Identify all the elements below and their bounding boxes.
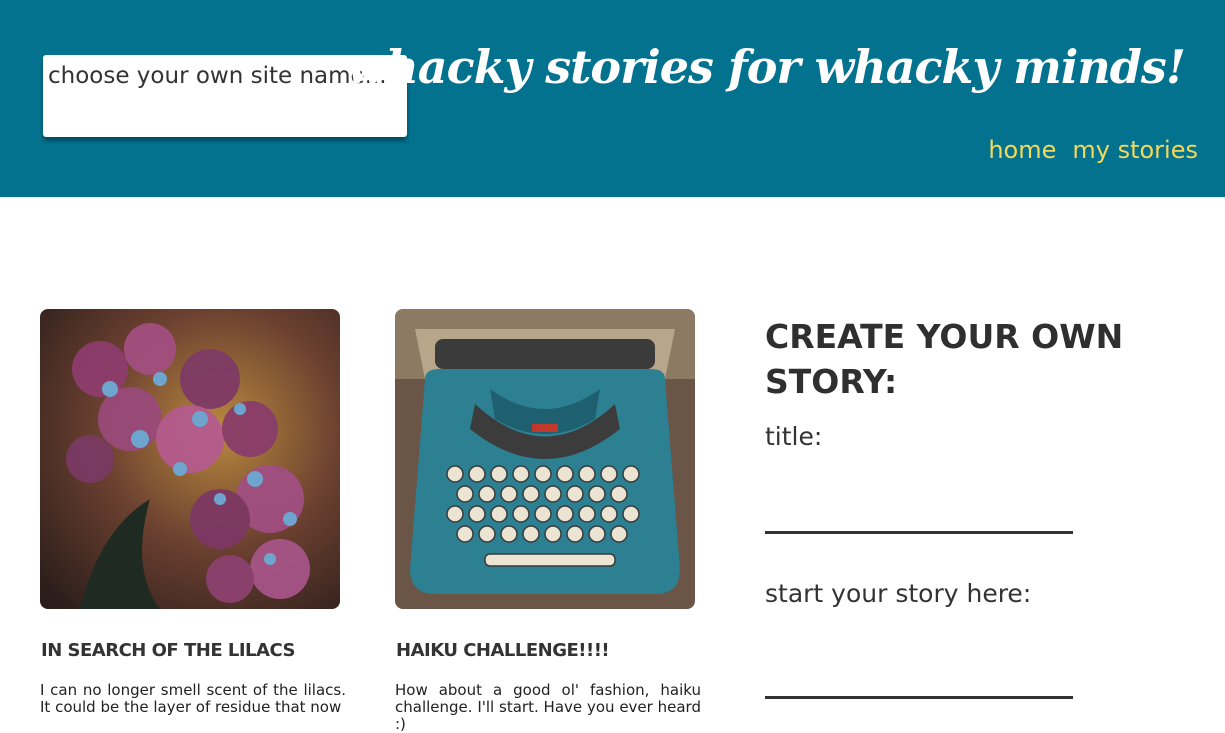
nav-my-stories-link[interactable]: my stories — [1072, 136, 1198, 164]
create-story-heading: CREATE YOUR OWN STORY: — [765, 317, 1124, 401]
title-input[interactable] — [765, 481, 1073, 534]
create-story-form: CREATE YOUR OWN STORY: title: start your… — [765, 314, 1185, 699]
story-excerpt: I can no longer smell scent of the lilac… — [40, 681, 346, 716]
story-card[interactable]: IN SEARCH OF THE LILACS I can no longer … — [40, 309, 346, 716]
story-title[interactable]: HAIKU CHALLENGE!!!! — [396, 640, 701, 661]
main-nav: home my stories — [988, 136, 1198, 164]
story-title[interactable]: IN SEARCH OF THE LILACS — [41, 640, 346, 661]
title-label: title: — [765, 422, 823, 451]
typewriter-image[interactable] — [395, 309, 695, 609]
nav-home-link[interactable]: home — [988, 136, 1056, 164]
site-header: whacky stories for whacky minds! home my… — [0, 0, 1225, 197]
site-name-input[interactable] — [48, 63, 398, 89]
site-tagline: whacky stories for whacky minds! — [346, 40, 1186, 94]
story-excerpt: How about a good ol' fashion, haiku chal… — [395, 681, 701, 733]
lilac-flowers-image[interactable] — [40, 309, 340, 609]
story-label: start your story here: — [765, 579, 1032, 608]
story-input[interactable] — [765, 646, 1073, 699]
story-card[interactable]: HAIKU CHALLENGE!!!! How about a good ol'… — [395, 309, 701, 733]
